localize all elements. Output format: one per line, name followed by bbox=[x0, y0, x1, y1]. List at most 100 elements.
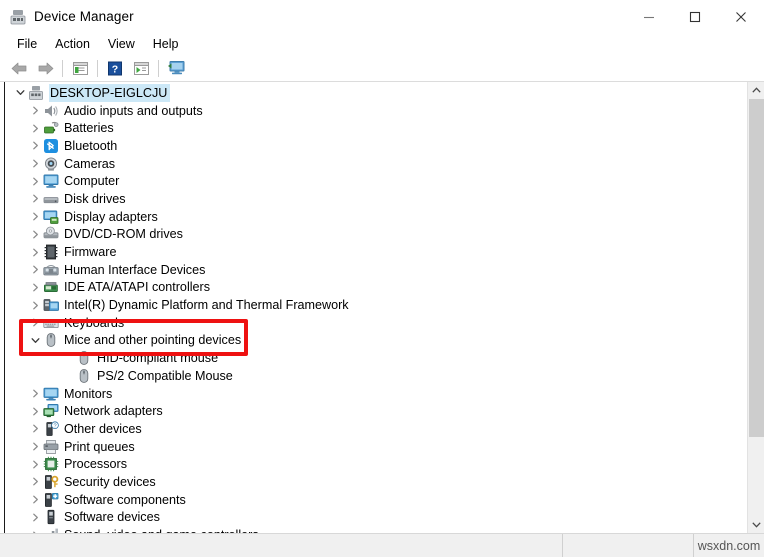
close-icon[interactable] bbox=[718, 0, 764, 33]
no-chevron bbox=[60, 367, 76, 384]
keyboard-icon bbox=[43, 315, 59, 331]
tree-item-label: Software devices bbox=[64, 510, 160, 525]
tree-item-keyboards[interactable]: Keyboards bbox=[5, 314, 747, 332]
tree-item-human-interface-devices[interactable]: Human Interface Devices bbox=[5, 261, 747, 279]
chevron-right-icon[interactable] bbox=[27, 155, 43, 172]
scrollbar-thumb[interactable] bbox=[748, 99, 764, 437]
watermark-text: wsxdn.com bbox=[697, 538, 761, 553]
scan-hardware-changes-icon[interactable] bbox=[163, 57, 189, 80]
ide-controller-icon bbox=[43, 279, 59, 295]
menu-bar: File Action View Help bbox=[0, 33, 764, 55]
chevron-right-icon[interactable] bbox=[27, 102, 43, 119]
separator-1 bbox=[62, 59, 63, 77]
tree-item-monitors[interactable]: Monitors bbox=[5, 385, 747, 403]
chevron-right-icon[interactable] bbox=[27, 473, 43, 490]
tree-item-label: Disk drives bbox=[64, 191, 126, 206]
chevron-right-icon[interactable] bbox=[27, 244, 43, 261]
scroll-up-icon[interactable] bbox=[747, 82, 764, 99]
tree-item-label: Processors bbox=[64, 457, 127, 472]
chevron-right-icon[interactable] bbox=[27, 385, 43, 402]
mouse-icon bbox=[43, 332, 59, 348]
tree-item-dvd-cd-rom-drives[interactable]: DVD/CD-ROM drives bbox=[5, 226, 747, 244]
window-controls bbox=[626, 0, 764, 33]
tree-item-disk-drives[interactable]: Disk drives bbox=[5, 190, 747, 208]
tree-item-label: Monitors bbox=[64, 386, 113, 401]
tree-item-batteries[interactable]: Batteries bbox=[5, 119, 747, 137]
menu-item-file[interactable]: File bbox=[8, 36, 46, 53]
menu-item-help[interactable]: Help bbox=[144, 36, 188, 53]
menu-item-view[interactable]: View bbox=[99, 36, 144, 53]
tree-item-software-devices[interactable]: Software devices bbox=[5, 509, 747, 527]
toolbar: ? bbox=[0, 55, 764, 82]
device-tree[interactable]: DESKTOP-EIGLCJU Audio inputs and outputs B… bbox=[5, 82, 747, 533]
tree-item-firmware[interactable]: Firmware bbox=[5, 243, 747, 261]
svg-text:?: ? bbox=[112, 63, 118, 75]
chevron-right-icon[interactable] bbox=[27, 297, 43, 314]
tree-item-processors[interactable]: Processors bbox=[5, 455, 747, 473]
forward-arrow-icon[interactable] bbox=[32, 57, 58, 80]
tree-item-display-adapters[interactable]: Display adapters bbox=[5, 208, 747, 226]
chevron-down-icon[interactable] bbox=[12, 84, 28, 101]
minimize-icon[interactable] bbox=[626, 0, 672, 33]
chevron-right-icon[interactable] bbox=[27, 420, 43, 437]
tree-item-security-devices[interactable]: Security devices bbox=[5, 473, 747, 491]
tree-item-label: Computer bbox=[64, 174, 120, 189]
title-bar: Device Manager bbox=[0, 0, 764, 33]
scrollbar-track[interactable] bbox=[747, 99, 764, 516]
tree-item-print-queues[interactable]: Print queues bbox=[5, 438, 747, 456]
chevron-right-icon[interactable] bbox=[27, 403, 43, 420]
tree-item-hid-compliant-mouse[interactable]: HID-compliant mouse bbox=[5, 349, 747, 367]
chevron-right-icon[interactable] bbox=[27, 314, 43, 331]
vertical-scrollbar[interactable] bbox=[747, 82, 764, 533]
tree-item-label: Firmware bbox=[64, 245, 117, 260]
content-area: DESKTOP-EIGLCJU Audio inputs and outputs B… bbox=[0, 82, 764, 533]
tree-item-cameras[interactable]: Cameras bbox=[5, 155, 747, 173]
tree-item-audio-inputs-and-outputs[interactable]: Audio inputs and outputs bbox=[5, 102, 747, 120]
tree-item-sound-video-and-game-controllers[interactable]: Sound, video and game controllers bbox=[5, 526, 747, 533]
chevron-right-icon[interactable] bbox=[27, 226, 43, 243]
status-bar: wsxdn.com bbox=[0, 533, 764, 557]
disk-drive-icon bbox=[43, 191, 59, 207]
tree-item-desktop-eiglcju[interactable]: DESKTOP-EIGLCJU bbox=[5, 83, 747, 102]
tree-item-label: DVD/CD-ROM drives bbox=[64, 227, 183, 242]
chevron-right-icon[interactable] bbox=[27, 120, 43, 137]
chevron-right-icon[interactable] bbox=[27, 509, 43, 526]
tree-item-other-devices[interactable]: ? Other devices bbox=[5, 420, 747, 438]
software-device-icon bbox=[43, 509, 59, 525]
tree-item-software-components[interactable]: Software components bbox=[5, 491, 747, 509]
properties-icon[interactable] bbox=[67, 57, 93, 80]
chevron-right-icon[interactable] bbox=[27, 190, 43, 207]
tree-item-intel-r-dynamic-platform-and-thermal-framework[interactable]: Intel(R) Dynamic Platform and Thermal Fr… bbox=[5, 296, 747, 314]
tree-item-bluetooth[interactable]: Bluetooth bbox=[5, 137, 747, 155]
svg-text:?: ? bbox=[53, 423, 56, 429]
chevron-down-icon[interactable] bbox=[27, 332, 43, 349]
chevron-right-icon[interactable] bbox=[27, 208, 43, 225]
tree-item-label: Network adapters bbox=[64, 404, 163, 419]
device-manager-icon bbox=[10, 9, 26, 25]
tree-item-label: DESKTOP-EIGLCJU bbox=[49, 83, 171, 102]
security-device-icon bbox=[43, 474, 59, 490]
chevron-right-icon[interactable] bbox=[27, 279, 43, 296]
tree-item-mice-and-other-pointing-devices[interactable]: Mice and other pointing devices bbox=[5, 332, 747, 350]
tree-item-label: Other devices bbox=[64, 421, 142, 436]
tree-item-ide-ata-atapi-controllers[interactable]: IDE ATA/ATAPI controllers bbox=[5, 279, 747, 297]
scroll-down-icon[interactable] bbox=[747, 516, 764, 533]
back-arrow-icon[interactable] bbox=[6, 57, 32, 80]
chevron-right-icon[interactable] bbox=[27, 137, 43, 154]
menu-item-action[interactable]: Action bbox=[46, 36, 99, 53]
monitor-icon bbox=[43, 386, 59, 402]
update-driver-icon[interactable] bbox=[128, 57, 154, 80]
chevron-right-icon[interactable] bbox=[27, 456, 43, 473]
maximize-icon[interactable] bbox=[672, 0, 718, 33]
tree-item-computer[interactable]: Computer bbox=[5, 172, 747, 190]
help-icon[interactable]: ? bbox=[102, 57, 128, 80]
tree-item-ps-2-compatible-mouse[interactable]: PS/2 Compatible Mouse bbox=[5, 367, 747, 385]
chevron-right-icon[interactable] bbox=[27, 438, 43, 455]
tree-item-label: Batteries bbox=[64, 121, 114, 136]
chevron-right-icon[interactable] bbox=[27, 491, 43, 508]
dvd-drive-icon bbox=[43, 226, 59, 242]
chevron-right-icon[interactable] bbox=[27, 173, 43, 190]
chevron-right-icon[interactable] bbox=[27, 261, 43, 278]
tree-item-network-adapters[interactable]: Network adapters bbox=[5, 402, 747, 420]
tree-item-label: PS/2 Compatible Mouse bbox=[97, 368, 233, 383]
